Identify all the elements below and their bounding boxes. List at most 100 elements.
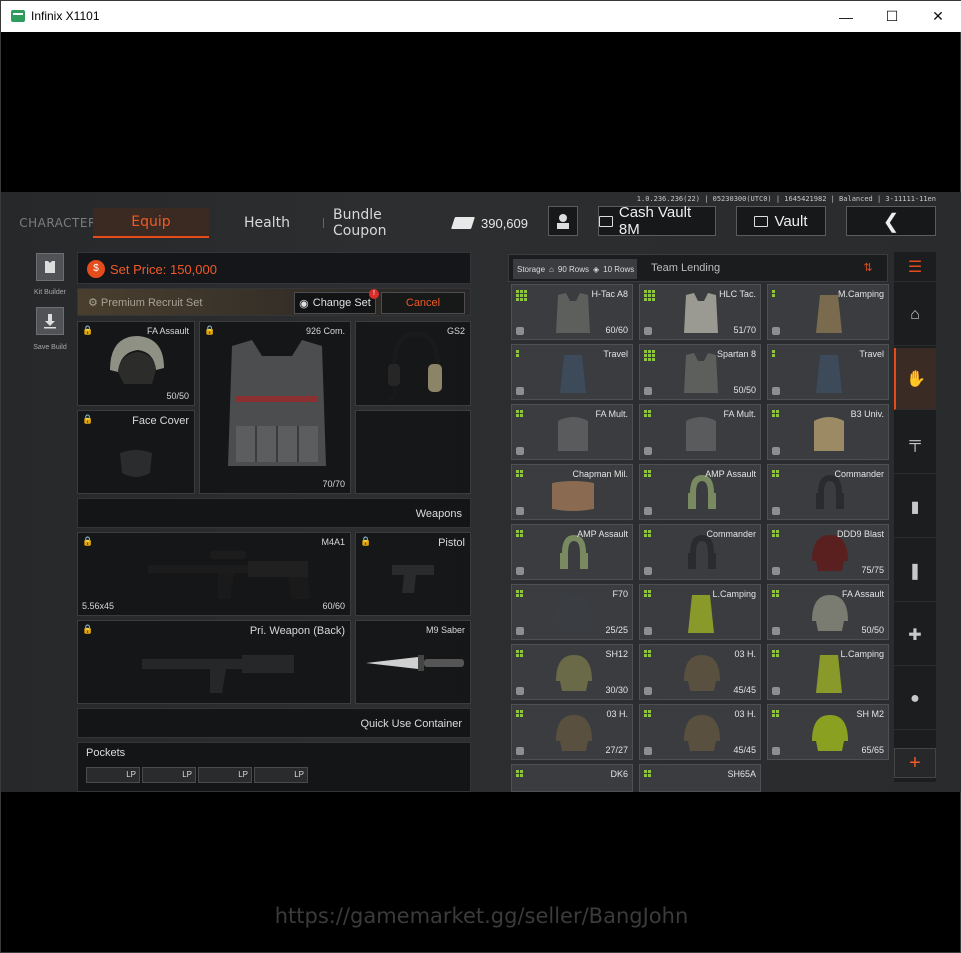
storage-item[interactable]: Commander: [639, 524, 761, 580]
pistol-slot[interactable]: 🔒 Pistol: [355, 532, 471, 616]
vault-label: Vault: [774, 212, 808, 230]
rifle-silhouette-icon: [142, 655, 294, 693]
item-name: L.Camping: [840, 649, 884, 659]
storage-item[interactable]: L.Camping: [639, 584, 761, 640]
maximize-button[interactable]: ☐: [869, 1, 915, 32]
lock-icon: 🔒: [82, 536, 94, 546]
vest-icon: [684, 353, 718, 393]
primary-weapon-slot[interactable]: 🔒 M4A1 5.56x45 60/60: [77, 532, 351, 616]
close-button[interactable]: ✕: [915, 1, 961, 32]
armor-slot[interactable]: 🔒 926 Com. 70/70: [199, 321, 351, 494]
vault-button[interactable]: Vault: [736, 206, 826, 236]
tab-equip[interactable]: Equip: [93, 208, 209, 238]
helmet-icon: [556, 655, 592, 691]
storage-item[interactable]: H-Tac A8 60/60: [511, 284, 633, 340]
rarity-dots-icon: [644, 470, 651, 477]
weapons-label: Weapons: [415, 508, 462, 520]
kit-builder-button[interactable]: [36, 253, 64, 281]
primary-back-slot[interactable]: 🔒 Pri. Weapon (Back): [77, 620, 351, 704]
pocket-slot[interactable]: LP: [142, 767, 196, 783]
rarity-dots-icon: [644, 590, 651, 597]
rifle-icon: [148, 551, 310, 599]
storage-item[interactable]: AMP Assault: [511, 524, 633, 580]
category-rifle-icon[interactable]: ╤: [894, 412, 936, 474]
save-build-button[interactable]: [36, 307, 64, 335]
storage-item[interactable]: 03 H. 45/45: [639, 644, 761, 700]
headset-icon: [387, 331, 442, 402]
storage-item[interactable]: DK6: [511, 764, 633, 792]
cash-vault-button[interactable]: Cash Vault 8M: [598, 204, 716, 238]
storage-item[interactable]: SH M2 65/65: [767, 704, 889, 760]
storage-item[interactable]: SH65A: [639, 764, 761, 792]
minimize-button[interactable]: —: [823, 1, 869, 32]
change-set-button[interactable]: ◉ Change Set !: [294, 289, 379, 314]
storage-item[interactable]: Commander: [767, 464, 889, 520]
cancel-button[interactable]: Cancel: [381, 292, 465, 314]
melee-slot[interactable]: M9 Saber: [355, 620, 471, 704]
storage-item[interactable]: HLC Tac. 51/70: [639, 284, 761, 340]
storage-sort-icon[interactable]: ☰: [894, 252, 936, 282]
item-status-icon: [516, 327, 524, 335]
profile-button[interactable]: [548, 206, 578, 236]
storage-item[interactable]: Travel: [767, 344, 889, 400]
item-status-icon: [772, 567, 780, 575]
pocket-slot[interactable]: LP: [254, 767, 308, 783]
storage-tab[interactable]: Storage ⌂ 90 Rows ◈ 10 Rows: [513, 259, 637, 279]
vest-icon: [45, 261, 55, 273]
storage-item[interactable]: SH12 30/30: [511, 644, 633, 700]
category-grenade-icon[interactable]: ●: [894, 668, 936, 730]
storage-rows-total: 90 Rows: [557, 264, 589, 274]
storage-item[interactable]: FA Assault 50/50: [767, 584, 889, 640]
headset-slot[interactable]: GS2: [355, 321, 471, 406]
tab-bundle-coupon[interactable]: Bundle Coupon: [333, 207, 433, 239]
storage-item[interactable]: FA Mult.: [639, 404, 761, 460]
tab-health[interactable]: Health: [231, 208, 303, 238]
storage-item[interactable]: Spartan 8 50/50: [639, 344, 761, 400]
item-name: FA Mult.: [723, 409, 756, 419]
item-status-icon: [644, 387, 652, 395]
soldier-icon: [557, 214, 569, 229]
set-price: Set Price: 150,000: [110, 262, 217, 277]
storage-grid: H-Tac A8 60/60 HLC Tac. 51/70 M.Camping Trave…: [509, 282, 891, 792]
sort-icon[interactable]: ⇅: [858, 261, 878, 277]
pistol-icon: [392, 565, 434, 593]
app-icon: [11, 10, 25, 22]
storage-item[interactable]: B3 Univ.: [767, 404, 889, 460]
pocket-slot[interactable]: LP: [198, 767, 252, 783]
helmet-icon: [556, 595, 592, 631]
cash-vault-icon: [599, 215, 613, 227]
primary-weapon-durability: 60/60: [322, 601, 345, 611]
storage-tabs: Storage ⌂ 90 Rows ◈ 10 Rows Team Lending…: [508, 254, 888, 282]
currency-display: 390,609: [451, 210, 528, 236]
item-name: H-Tac A8: [591, 289, 628, 299]
helmet-slot[interactable]: 🔒 FA Assault 50/50: [77, 321, 195, 406]
storage-item[interactable]: FA Mult.: [511, 404, 633, 460]
storage-item[interactable]: F70 25/25: [511, 584, 633, 640]
storage-item[interactable]: M.Camping: [767, 284, 889, 340]
pocket-label: LP: [238, 770, 248, 779]
storage-item[interactable]: Chapman Mil.: [511, 464, 633, 520]
storage-item[interactable]: L.Camping: [767, 644, 889, 700]
category-magazine-icon[interactable]: ▮: [894, 476, 936, 538]
storage-item[interactable]: AMP Assault: [639, 464, 761, 520]
category-armor-icon[interactable]: ✋: [894, 348, 936, 410]
currency-value: 390,609: [481, 215, 528, 231]
back-button[interactable]: ❮: [846, 206, 936, 236]
storage-item[interactable]: Travel: [511, 344, 633, 400]
category-medkit-icon[interactable]: ✚: [894, 604, 936, 666]
add-category-button[interactable]: +: [894, 748, 936, 778]
storage-item[interactable]: DDD9 Blast 75/75: [767, 524, 889, 580]
item-status-icon: [772, 687, 780, 695]
pocket-slot[interactable]: LP: [86, 767, 140, 783]
rarity-dots-icon: [772, 410, 779, 417]
category-home-icon[interactable]: ⌂: [894, 284, 936, 346]
face-cover-slot[interactable]: 🔒 Face Cover: [77, 410, 195, 494]
category-ammo-icon[interactable]: ❚: [894, 540, 936, 602]
storage-item[interactable]: 03 H. 27/27: [511, 704, 633, 760]
team-lending-tab[interactable]: Team Lending: [651, 262, 720, 274]
item-name: L.Camping: [712, 589, 756, 599]
storage-item[interactable]: 03 H. 45/45: [639, 704, 761, 760]
tab-character[interactable]: CHARACTER: [19, 208, 96, 238]
item-status-icon: [516, 447, 524, 455]
empty-slot[interactable]: [355, 410, 471, 494]
